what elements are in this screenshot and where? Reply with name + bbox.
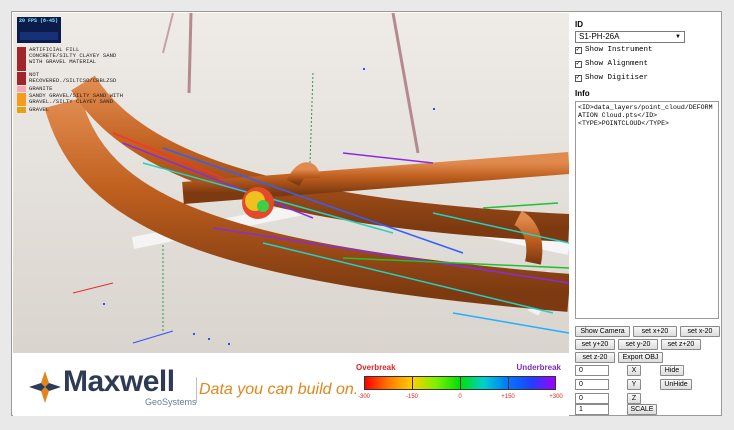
footer-bar: Maxwell GeoSystems Data you can build on…: [13, 355, 569, 416]
fps-text: 20 FPS (8-45): [19, 18, 59, 24]
scale-button[interactable]: SCALE: [627, 404, 657, 415]
hide-button[interactable]: Hide: [660, 365, 684, 376]
legend-label: NOT RECOVERED./SILTCSO/CBBLZSD: [29, 71, 117, 84]
brand-sub: GeoSystems: [145, 397, 197, 407]
legend-swatch: [17, 47, 26, 71]
legend-item: ARTIFICIAL FILL CONCRETE/SILTY CLAYEY SA…: [17, 47, 129, 71]
info-label: Info: [575, 89, 590, 98]
show-instrument-checkbox[interactable]: Show Instrument: [575, 45, 653, 54]
checkbox-label: Show Instrument: [585, 46, 653, 54]
scale-mark: [460, 376, 461, 390]
z-button[interactable]: Z: [627, 393, 641, 404]
geology-legend: ARTIFICIAL FILL CONCRETE/SILTY CLAYEY SA…: [17, 47, 129, 114]
scale-mark: [508, 376, 509, 390]
show-digitiser-checkbox[interactable]: Show Digitiser: [575, 73, 649, 82]
y-button[interactable]: Y: [627, 379, 641, 390]
checkbox-icon: [575, 73, 582, 82]
underbreak-label: Underbreak: [516, 363, 561, 372]
unhide-button[interactable]: UnHide: [660, 379, 692, 390]
checkbox-label: Show Alignment: [585, 60, 649, 68]
scale-tick: -300: [357, 394, 371, 400]
legend-item: NOT RECOVERED./SILTCSO/CBBLZSD: [17, 72, 129, 85]
scale-input[interactable]: 1: [575, 404, 609, 415]
set-y-plus-button[interactable]: set y+20: [575, 339, 615, 350]
z-input[interactable]: 0: [575, 393, 609, 404]
legend-swatch: [17, 72, 26, 85]
overbreak-label: Overbreak: [356, 363, 396, 372]
set-y-minus-button[interactable]: set y-20: [618, 339, 658, 350]
chevron-down-icon: ▼: [675, 34, 681, 40]
scale-mark: [412, 376, 413, 390]
legend-label: SANDY GRAVEL/SILTY SAND WITH GRAVEL./SIL…: [29, 92, 123, 105]
brand-name: Maxwell: [63, 365, 175, 398]
3d-viewport[interactable]: 20 FPS (8-45) ARTIFICIAL FILL CONCRETE/S…: [13, 13, 569, 353]
id-select-value: S1-PH-26A: [579, 32, 620, 41]
set-z-plus-button[interactable]: set z+20: [661, 339, 701, 350]
scale-tick: +150: [501, 394, 515, 400]
x-button[interactable]: X: [627, 365, 641, 376]
set-z-minus-button[interactable]: set z-20: [575, 352, 615, 363]
fps-meter: 20 FPS (8-45): [17, 17, 61, 43]
id-label: ID: [575, 20, 583, 29]
set-x-minus-button[interactable]: set x-20: [680, 326, 720, 337]
legend-swatch: [17, 86, 26, 92]
control-panel: ID S1-PH-26A ▼ Show Instrument Show Alig…: [571, 13, 721, 415]
scale-tick: -150: [405, 394, 419, 400]
tagline: Data you can build on.: [199, 381, 359, 398]
scale-tick: 0: [458, 394, 462, 400]
legend-swatch: [17, 107, 26, 113]
y-input[interactable]: 0: [575, 379, 609, 390]
checkbox-label: Show Digitiser: [585, 74, 649, 82]
legend-label: GRAVEL: [29, 106, 50, 113]
x-input[interactable]: 0: [575, 365, 609, 376]
scale-tick: +300: [549, 394, 563, 400]
checkbox-icon: [575, 45, 582, 54]
legend-swatch: [17, 93, 26, 106]
show-alignment-checkbox[interactable]: Show Alignment: [575, 59, 649, 68]
show-camera-button[interactable]: Show Camera: [575, 326, 630, 337]
set-x-plus-button[interactable]: set x+20: [633, 326, 677, 337]
legend-item: GRAVEL: [17, 107, 129, 113]
color-scale: Overbreak Underbreak -300 -150 0 +150 +3…: [356, 363, 563, 411]
checkbox-icon: [575, 59, 582, 68]
legend-item: SANDY GRAVEL/SILTY SAND WITH GRAVEL./SIL…: [17, 93, 129, 106]
legend-label: ARTIFICIAL FILL CONCRETE/SILTY CLAYEY SA…: [29, 46, 117, 65]
fps-graph: [20, 32, 58, 40]
maxwell-logo-icon: [29, 371, 61, 403]
export-obj-button[interactable]: Export OBJ: [618, 352, 663, 363]
info-textarea[interactable]: <ID>data_layers/point_cloud/DEFORMATION …: [575, 101, 719, 319]
divider: [196, 377, 197, 403]
app-frame: 20 FPS (8-45) ARTIFICIAL FILL CONCRETE/S…: [11, 11, 722, 416]
id-select[interactable]: S1-PH-26A ▼: [575, 31, 685, 43]
